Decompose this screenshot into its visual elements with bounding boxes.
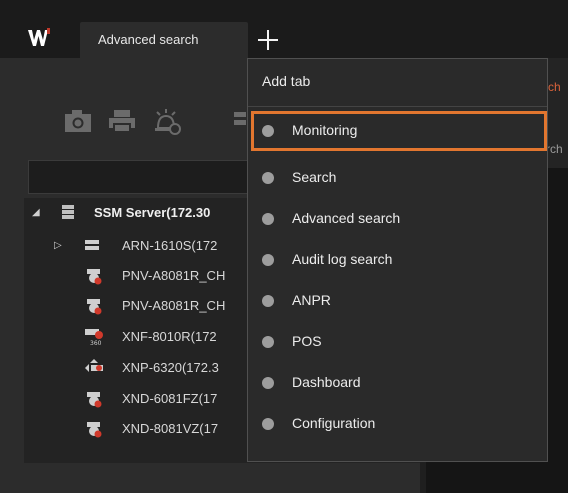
tab-advanced-search[interactable]: Advanced search <box>80 22 248 58</box>
menu-item-advanced-search[interactable]: Advanced search <box>248 199 547 239</box>
menu-item-search[interactable]: Search <box>248 158 547 198</box>
menu-item-dashboard[interactable]: Dashboard <box>248 363 547 403</box>
camera-device-icon <box>84 266 104 289</box>
ptz-camera-icon <box>84 358 106 381</box>
tree-row-device[interactable]: PNV-A8081R_CH <box>84 265 254 287</box>
camera-device-icon <box>84 296 104 319</box>
menu-item-anpr[interactable]: ANPR <box>248 281 547 321</box>
recorder-label: ARN-1610S(172 <box>122 238 218 253</box>
bullet-icon <box>262 125 274 137</box>
menu-item-label: Search <box>292 169 337 185</box>
expand-arrow-icon[interactable]: ▷ <box>54 240 62 251</box>
camera-device-icon <box>84 389 104 412</box>
dropdown-header: Add tab <box>262 73 311 89</box>
add-tab-button[interactable] <box>252 24 284 56</box>
tree-row-device[interactable]: PNV-A8081R_CH <box>84 295 254 317</box>
toolbar-more-icon[interactable] <box>234 108 246 137</box>
tree-row-server[interactable]: ◢ SSM Server(172.30 <box>32 202 252 224</box>
right-panel-text-accent: ch <box>548 80 561 94</box>
bullet-icon <box>262 213 274 225</box>
bullet-icon <box>262 418 274 430</box>
bullet-icon <box>262 377 274 389</box>
menu-item-label: Advanced search <box>292 210 401 226</box>
collapse-arrow-icon[interactable]: ◢ <box>32 207 40 218</box>
bullet-icon <box>262 172 274 184</box>
dropdown-divider <box>248 106 547 107</box>
server-icon <box>60 204 76 223</box>
tree-row-device[interactable]: XNP-6320(172.3 <box>84 357 254 379</box>
menu-item-pos[interactable]: POS <box>248 322 547 362</box>
right-panel-text: rch <box>546 142 563 156</box>
device-label: XND-8081VZ(17 <box>122 421 219 436</box>
tree-row-device[interactable]: 360 XNF-8010R(172 <box>84 326 254 348</box>
server-label: SSM Server(172.30 <box>94 205 211 220</box>
camera-icon[interactable] <box>64 108 92 139</box>
device-label: XND-6081FZ(17 <box>122 391 218 406</box>
camera-device-icon <box>84 419 104 442</box>
menu-item-configuration[interactable]: Configuration <box>248 404 547 444</box>
device-label: XNF-8010R(172 <box>122 329 217 344</box>
tab-label: Advanced search <box>98 32 199 47</box>
menu-item-audit-log-search[interactable]: Audit log search <box>248 240 547 280</box>
menu-item-label: ANPR <box>292 292 331 308</box>
device-label: PNV-A8081R_CH <box>122 268 226 283</box>
fisheye-camera-icon: 360 <box>84 327 106 350</box>
recorder-icon <box>84 237 100 256</box>
tree-row-device[interactable]: XND-8081VZ(17 <box>84 418 254 440</box>
print-icon[interactable] <box>108 108 136 139</box>
menu-item-label: Dashboard <box>292 374 361 390</box>
bullet-icon <box>262 336 274 348</box>
add-tab-dropdown: Add tab Monitoring Search Advanced searc… <box>247 58 548 462</box>
menu-item-label: POS <box>292 333 322 349</box>
alarm-history-icon[interactable] <box>152 108 182 141</box>
top-bar: Advanced search <box>0 0 568 58</box>
tree-row-recorder[interactable]: ▷ ARN-1610S(172 <box>54 235 254 257</box>
svg-text:360: 360 <box>90 340 102 347</box>
wisenet-logo-icon <box>28 28 50 48</box>
bullet-icon <box>262 295 274 307</box>
menu-item-monitoring[interactable]: Monitoring <box>251 111 547 151</box>
device-label: XNP-6320(172.3 <box>122 360 219 375</box>
menu-item-label: Configuration <box>292 415 376 431</box>
menu-item-label: Monitoring <box>292 122 358 138</box>
device-label: PNV-A8081R_CH <box>122 298 226 313</box>
tree-row-device[interactable]: XND-6081FZ(17 <box>84 388 254 410</box>
menu-item-label: Audit log search <box>292 251 393 267</box>
plus-icon <box>258 30 278 50</box>
bullet-icon <box>262 254 274 266</box>
